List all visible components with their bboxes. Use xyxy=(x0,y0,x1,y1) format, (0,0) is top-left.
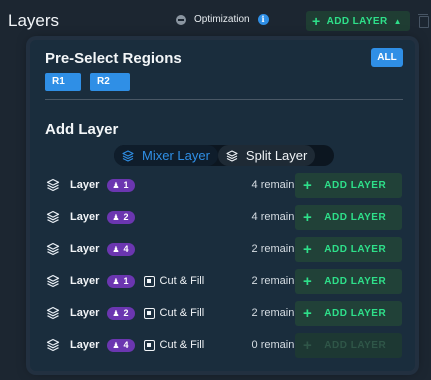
layer-count-badge: ♟ 4 xyxy=(107,242,135,256)
layer-row: Layer ♟ 4 2 remaining + ADD LAYER xyxy=(45,236,405,262)
optimization-label: Optimization xyxy=(194,14,250,25)
mixer-layer-option[interactable]: Mixer Layer xyxy=(114,145,218,166)
layer-row: Layer ♟ 2 4 remaining + ADD LAYER xyxy=(45,204,405,230)
checkbox-icon xyxy=(143,307,155,319)
add-layer-button[interactable]: + ADD LAYER xyxy=(295,236,402,262)
mixer-layer-label: Mixer Layer xyxy=(142,148,210,163)
plus-icon: + xyxy=(303,208,313,226)
layer-type-toggle: Mixer Layer Split Layer xyxy=(114,145,334,166)
person-icon: ♟ xyxy=(112,308,120,318)
collapse-icon[interactable] xyxy=(176,14,186,25)
region-chip-r2[interactable]: R2 xyxy=(90,73,130,91)
add-layer-title: Add Layer xyxy=(45,121,119,138)
badge-value: 4 xyxy=(123,340,129,350)
add-layer-button-label: ADD LAYER xyxy=(324,179,387,191)
layer-label: Layer xyxy=(70,179,100,191)
layer-row: Layer ♟ 2 Cut & Fill 2 remaining + ADD LAYER xyxy=(45,300,405,326)
divider xyxy=(45,99,403,100)
badge-value: 2 xyxy=(123,308,129,318)
layers-icon xyxy=(122,149,134,162)
layers-icon xyxy=(46,178,60,192)
add-layer-button-label: ADD LAYER xyxy=(324,211,387,223)
add-layer-button-label: ADD LAYER xyxy=(324,275,387,287)
add-layer-popover: Pre-Select Regions ALL R1 R2 Add Layer M… xyxy=(30,40,415,371)
plus-icon: + xyxy=(303,304,313,322)
chevron-up-icon: ▲ xyxy=(393,16,402,26)
add-layer-dropdown-label: ADD LAYER xyxy=(326,15,388,27)
person-icon: ♟ xyxy=(112,244,120,254)
layers-icon xyxy=(46,242,60,256)
badge-value: 4 xyxy=(123,244,129,254)
layer-label: Layer xyxy=(70,275,100,287)
add-layer-button[interactable]: + ADD LAYER xyxy=(295,204,402,230)
layer-count-badge: ♟ 2 xyxy=(107,306,135,320)
layers-icon xyxy=(46,210,60,224)
layers-icon xyxy=(46,274,60,288)
checkbox-icon xyxy=(143,275,155,287)
add-layer-button-label: ADD LAYER xyxy=(324,339,387,351)
person-icon: ♟ xyxy=(112,180,120,190)
add-layer-button-label: ADD LAYER xyxy=(324,307,387,319)
cut-fill-tag: Cut & Fill xyxy=(143,339,205,351)
add-layer-button[interactable]: + ADD LAYER xyxy=(295,300,402,326)
plus-icon: + xyxy=(303,336,313,354)
layer-count-badge: ♟ 2 xyxy=(107,210,135,224)
layers-icon xyxy=(226,149,238,162)
layer-label: Layer xyxy=(70,339,100,351)
optimization-control[interactable]: Optimization i xyxy=(176,14,269,25)
preselect-regions-title: Pre-Select Regions xyxy=(45,50,182,67)
badge-value: 1 xyxy=(123,276,129,286)
plus-icon: + xyxy=(303,272,313,290)
cut-fill-tag: Cut & Fill xyxy=(143,307,205,319)
trash-icon[interactable] xyxy=(418,13,429,28)
plus-icon: + xyxy=(312,13,321,29)
person-icon: ♟ xyxy=(112,212,120,222)
cut-fill-label: Cut & Fill xyxy=(159,307,205,319)
add-layer-button[interactable]: + ADD LAYER xyxy=(295,268,402,294)
layer-label: Layer xyxy=(70,307,100,319)
select-all-regions-button[interactable]: ALL xyxy=(371,48,403,67)
layer-label: Layer xyxy=(70,211,100,223)
region-chip-r1[interactable]: R1 xyxy=(45,73,81,91)
badge-value: 2 xyxy=(123,212,129,222)
split-layer-label: Split Layer xyxy=(245,148,308,163)
add-layer-button[interactable]: + ADD LAYER xyxy=(295,332,402,358)
header-bar: Layers Optimization i + ADD LAYER ▲ xyxy=(0,0,431,40)
layers-icon xyxy=(46,306,60,320)
add-layer-button-label: ADD LAYER xyxy=(324,243,387,255)
layers-icon xyxy=(46,338,60,352)
person-icon: ♟ xyxy=(112,340,120,350)
page-title: Layers xyxy=(8,11,60,30)
cut-fill-label: Cut & Fill xyxy=(159,339,205,351)
badge-value: 1 xyxy=(123,180,129,190)
layer-row: Layer ♟ 1 Cut & Fill 2 remaining + ADD LAYER xyxy=(45,268,405,294)
split-layer-option[interactable]: Split Layer xyxy=(217,145,316,166)
layer-count-badge: ♟ 4 xyxy=(107,338,135,352)
layer-label: Layer xyxy=(70,243,100,255)
add-layer-button[interactable]: + ADD LAYER xyxy=(295,172,402,198)
layer-row: Layer ♟ 4 Cut & Fill 0 remaining + ADD LAYER xyxy=(45,332,405,358)
person-icon: ♟ xyxy=(112,276,120,286)
checkbox-icon xyxy=(143,339,155,351)
layer-row: Layer ♟ 1 4 remaining + ADD LAYER xyxy=(45,172,405,198)
info-icon[interactable]: i xyxy=(257,14,269,25)
layer-count-badge: ♟ 1 xyxy=(107,178,135,192)
plus-icon: + xyxy=(303,176,313,194)
cut-fill-tag: Cut & Fill xyxy=(143,275,205,287)
layer-count-badge: ♟ 1 xyxy=(107,274,135,288)
cut-fill-label: Cut & Fill xyxy=(159,275,205,287)
plus-icon: + xyxy=(303,240,313,258)
add-layer-dropdown-button[interactable]: + ADD LAYER ▲ xyxy=(306,11,410,31)
